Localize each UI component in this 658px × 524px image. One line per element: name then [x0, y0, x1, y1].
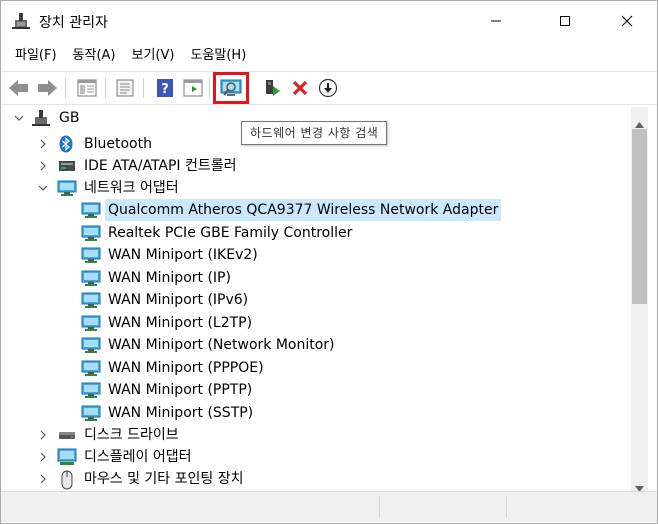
scan-hardware-tooltip: 하드웨어 변경 사항 검색 — [241, 121, 388, 145]
tree-device-label: WAN Miniport (IP) — [108, 269, 231, 286]
network-adapter-icon — [81, 336, 101, 354]
menu-view[interactable]: 보기(V) — [125, 43, 182, 69]
back-button[interactable] — [7, 76, 31, 100]
network-adapter-icon — [81, 201, 101, 219]
properties-pane-icon — [77, 79, 97, 97]
device-manager-icon — [12, 12, 30, 30]
collapse-chevron-icon[interactable] — [37, 177, 49, 199]
help-icon: ? — [157, 79, 173, 97]
tree-device-label: WAN Miniport (Network Monitor) — [108, 337, 335, 353]
tree-device-label: WAN Miniport (SSTP) — [108, 404, 254, 421]
minimize-button[interactable] — [473, 1, 519, 41]
network-adapter-icon — [81, 404, 101, 422]
expand-chevron-icon[interactable] — [37, 155, 49, 177]
tree-device-label: Realtek PCIe GBE Family Controller — [108, 224, 353, 241]
network-adapter-icon — [81, 381, 101, 399]
tree-category-label: Bluetooth — [84, 136, 152, 152]
help-button[interactable]: ? — [153, 76, 177, 100]
properties-pane-button[interactable] — [75, 76, 99, 100]
tree-category-label: 네트워크 어댑터 — [84, 180, 179, 196]
collapse-chevron-icon[interactable] — [13, 107, 25, 129]
uninstall-button[interactable] — [288, 76, 312, 100]
tree-root-label: GB — [59, 110, 80, 126]
tree-device-label: WAN Miniport (L2TP) — [108, 314, 253, 331]
show-hide-icon — [183, 79, 203, 97]
title-bar[interactable]: 장치 관리자 — [1, 1, 657, 41]
back-icon — [9, 80, 28, 96]
network-adapter-icon — [81, 314, 101, 332]
tree-device-label: WAN Miniport (IPv6) — [108, 292, 249, 308]
network-adapter-icon — [81, 246, 101, 264]
show-hide-button[interactable] — [181, 76, 205, 100]
menu-help[interactable]: 도움말(H) — [183, 43, 253, 69]
update-driver-icon — [266, 80, 280, 96]
expand-chevron-icon[interactable] — [37, 424, 49, 446]
display-adapter-icon — [57, 448, 77, 466]
computer-icon — [31, 109, 51, 127]
network-adapter-icon — [81, 269, 101, 287]
properties-icon — [116, 79, 134, 97]
network-adapter-icon — [81, 224, 101, 242]
ide-controller-icon — [57, 157, 77, 175]
status-bar — [1, 491, 657, 522]
tree-category-label: 디스플레이 어댑터 — [84, 449, 192, 465]
disk-drive-icon — [57, 426, 77, 444]
device-tree[interactable]: GB Bluetooth IDE ATA/ATAPI 컨트롤러 네트워크 어댑터… — [5, 107, 631, 491]
tree-device-label: WAN Miniport (PPTP) — [108, 382, 253, 398]
minimize-icon — [491, 20, 501, 22]
mouse-icon — [57, 470, 77, 490]
svg-text:?: ? — [161, 82, 169, 97]
menu-file[interactable]: 파일(F) — [8, 43, 64, 69]
expand-chevron-icon[interactable] — [37, 133, 49, 155]
maximize-icon — [560, 16, 570, 26]
network-adapter-icon — [81, 291, 101, 309]
vertical-scrollbar[interactable] — [631, 107, 648, 492]
download-button[interactable] — [316, 76, 340, 100]
device-manager-window: 장치 관리자 파일(F) 동작(A) 보기(V) 도움말(H) ? GB Blu… — [0, 0, 658, 524]
maximize-button[interactable] — [542, 1, 588, 41]
network-adapter-icon — [57, 179, 77, 197]
properties-button[interactable] — [113, 76, 137, 100]
network-adapter-icon — [81, 359, 101, 377]
uninstall-icon — [292, 80, 308, 96]
tree-device-label: WAN Miniport (IKEv2) — [108, 247, 258, 263]
update-driver-button[interactable] — [260, 76, 284, 100]
expand-chevron-icon[interactable] — [37, 468, 49, 490]
tree-category-label: IDE ATA/ATAPI 컨트롤러 — [84, 158, 237, 174]
menu-bar: 파일(F) 동작(A) 보기(V) 도움말(H) — [1, 43, 657, 69]
scrollbar-thumb[interactable] — [632, 129, 647, 304]
forward-icon — [38, 80, 57, 96]
tree-device-label: Qualcomm Atheros QCA9377 Wireless Networ… — [105, 199, 502, 221]
expand-chevron-icon[interactable] — [37, 446, 49, 468]
tree-category-label: 디스크 드라이브 — [84, 427, 179, 443]
toolbar: ? — [1, 71, 657, 105]
scan-hardware-icon — [220, 79, 242, 96]
scan-hardware-button[interactable] — [213, 72, 249, 104]
forward-button[interactable] — [35, 76, 59, 100]
close-icon — [621, 15, 633, 27]
bluetooth-icon — [57, 135, 77, 153]
close-button[interactable] — [604, 1, 650, 41]
tree-category-label: 마우스 및 기타 포인팅 장치 — [84, 471, 244, 487]
window-title: 장치 관리자 — [39, 15, 108, 31]
download-icon — [318, 78, 338, 98]
tree-device-label: WAN Miniport (PPPOE) — [108, 359, 264, 376]
menu-action[interactable]: 동작(A) — [66, 43, 123, 69]
